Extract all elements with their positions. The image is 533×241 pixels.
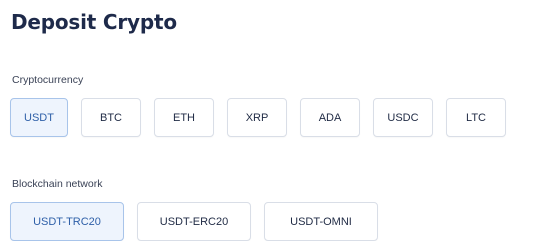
page-title: Deposit Crypto (11, 10, 177, 34)
crypto-option-usdc[interactable]: USDC (373, 98, 433, 137)
crypto-option-xrp[interactable]: XRP (227, 98, 287, 137)
network-label: Blockchain network (12, 178, 103, 190)
cryptocurrency-options: USDT BTC ETH XRP ADA USDC LTC (10, 98, 506, 137)
crypto-option-ada[interactable]: ADA (300, 98, 360, 137)
crypto-option-ltc[interactable]: LTC (446, 98, 506, 137)
network-option-usdt-erc20[interactable]: USDT-ERC20 (137, 202, 251, 241)
crypto-option-eth[interactable]: ETH (154, 98, 214, 137)
network-option-usdt-trc20[interactable]: USDT-TRC20 (10, 202, 124, 241)
cryptocurrency-label: Cryptocurrency (12, 74, 84, 86)
network-options: USDT-TRC20 USDT-ERC20 USDT-OMNI (10, 202, 378, 241)
crypto-option-btc[interactable]: BTC (81, 98, 141, 137)
crypto-option-usdt[interactable]: USDT (10, 98, 68, 137)
network-option-usdt-omni[interactable]: USDT-OMNI (264, 202, 378, 241)
